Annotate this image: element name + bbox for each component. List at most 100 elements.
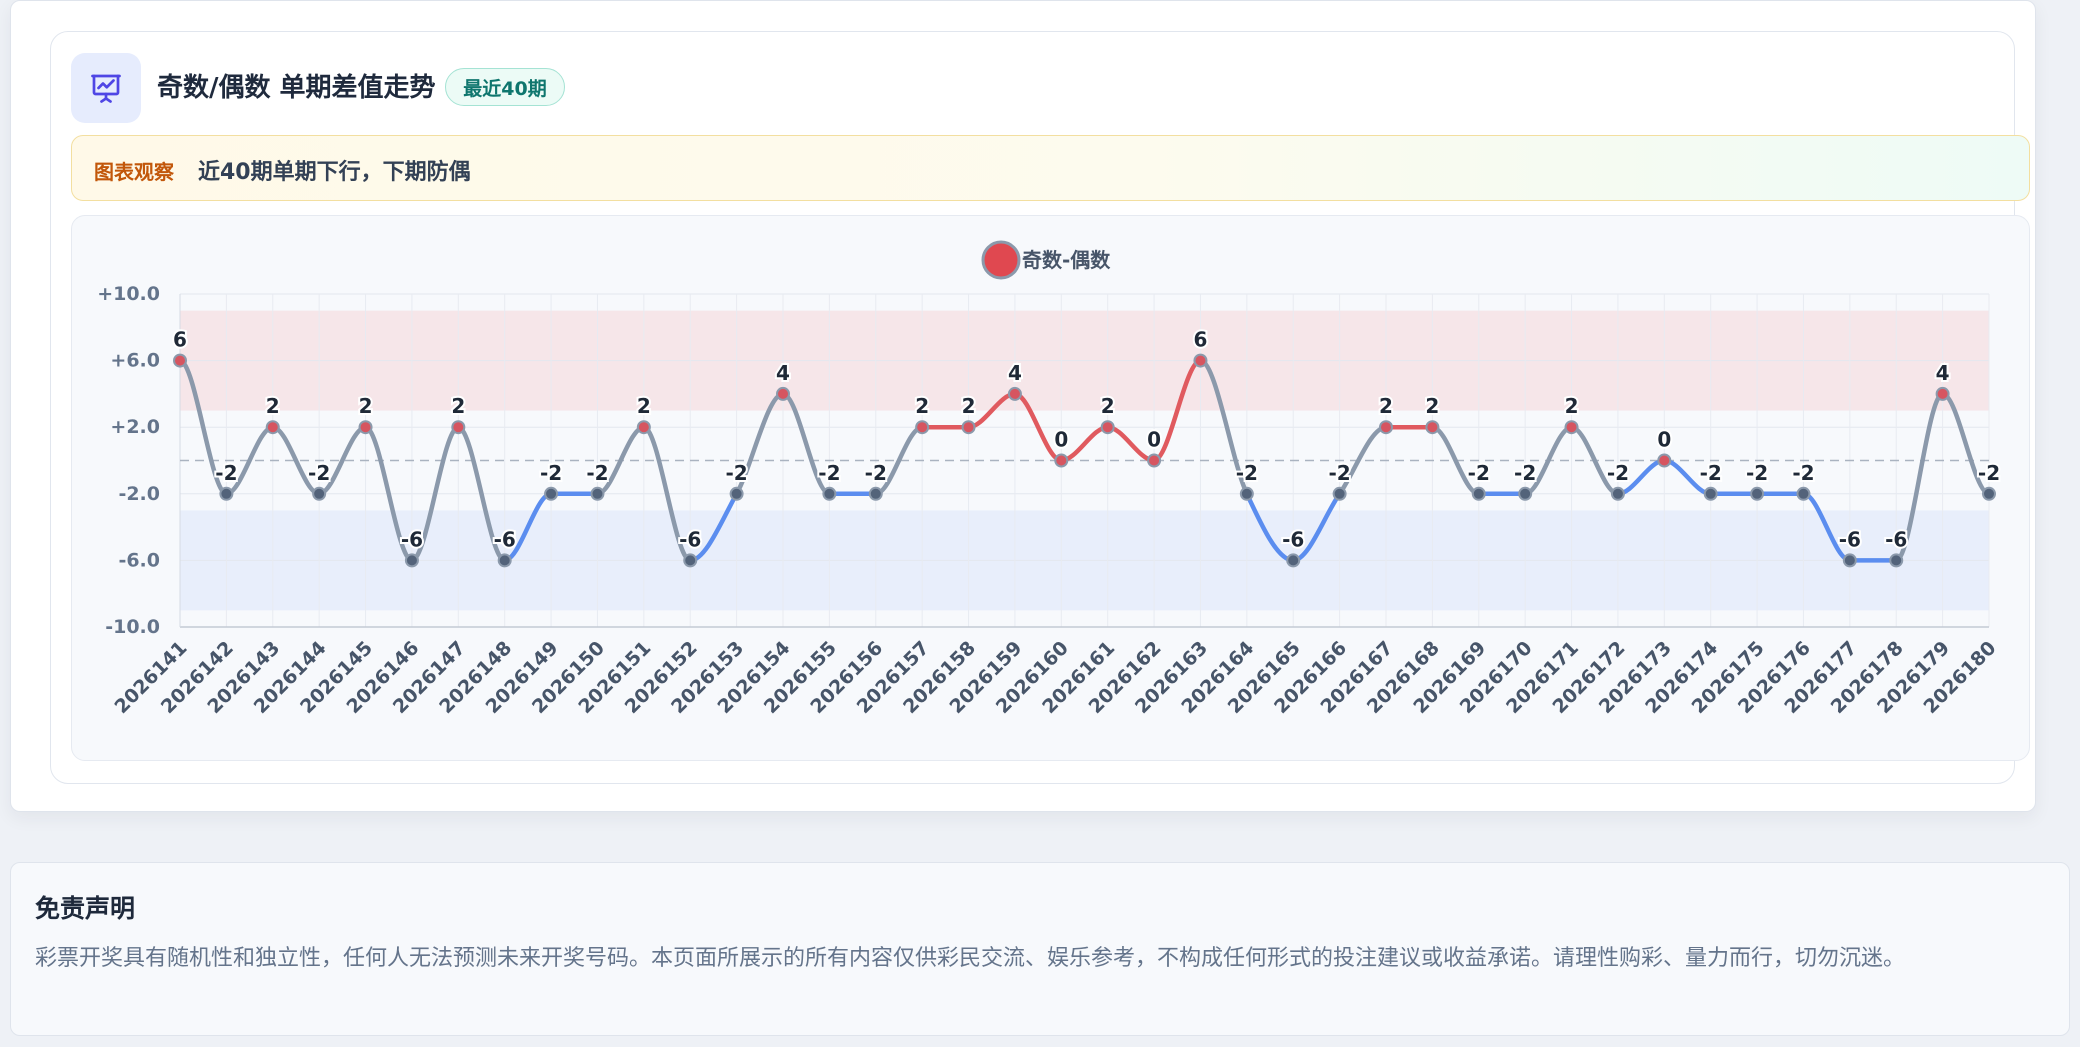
data-label: -6 — [679, 527, 701, 551]
data-point — [868, 486, 883, 501]
observation-banner: 图表观察 近40期单期下行，下期防偶 — [71, 135, 2030, 201]
data-label: 2 — [1565, 394, 1579, 418]
data-label: 2 — [266, 394, 280, 418]
data-label: 2 — [1379, 394, 1393, 418]
data-point — [312, 486, 327, 501]
data-point — [776, 386, 790, 401]
presentation-chart-icon — [71, 53, 141, 123]
data-point — [915, 420, 930, 435]
data-point — [358, 420, 373, 435]
data-point — [961, 420, 976, 435]
y-tick-label: -10.0 — [105, 616, 160, 638]
data-label: 0 — [1657, 428, 1671, 452]
data-point — [1054, 453, 1069, 468]
y-tick-label: -2.0 — [118, 483, 160, 505]
data-point — [822, 486, 837, 501]
data-label: -2 — [726, 461, 748, 485]
data-point — [729, 486, 744, 501]
data-label: 2 — [962, 394, 976, 418]
data-point — [1889, 553, 1904, 568]
data-label: 2 — [359, 394, 373, 418]
y-tick-label: +6.0 — [110, 350, 160, 372]
data-label: 4 — [1936, 361, 1950, 385]
data-label: -2 — [818, 461, 840, 485]
data-point — [1750, 486, 1765, 501]
data-label: -2 — [1514, 461, 1536, 485]
data-point — [1332, 486, 1347, 501]
data-label: -2 — [1746, 461, 1768, 485]
data-point — [1610, 486, 1625, 501]
data-point — [1425, 420, 1440, 435]
y-tick-label: -6.0 — [118, 549, 160, 571]
data-label: 4 — [1008, 361, 1022, 385]
y-tick-label: +2.0 — [110, 416, 160, 438]
data-point — [1239, 486, 1254, 501]
data-label: -2 — [1607, 461, 1629, 485]
data-point — [1286, 553, 1301, 568]
data-label: -2 — [1978, 461, 2000, 485]
data-point — [1007, 386, 1022, 401]
data-label: -6 — [1839, 527, 1861, 551]
data-point — [1100, 420, 1115, 435]
data-point — [219, 486, 234, 501]
data-point — [173, 353, 187, 368]
odd-even-diff-chart: +10.0+6.0+2.0-2.0-6.0-10.062026141-22026… — [97, 240, 2002, 718]
data-point — [590, 486, 605, 501]
data-point — [265, 420, 280, 435]
y-tick-label: +10.0 — [97, 283, 160, 305]
data-label: 6 — [173, 328, 187, 352]
data-label: 0 — [1054, 428, 1068, 452]
data-point — [1703, 486, 1718, 501]
data-point — [451, 420, 466, 435]
data-label: 6 — [1194, 328, 1208, 352]
data-point — [683, 553, 698, 568]
data-point — [1842, 553, 1857, 568]
legend-marker — [981, 240, 1021, 280]
data-label: 0 — [1147, 428, 1161, 452]
data-label: 2 — [1425, 394, 1439, 418]
data-label: -2 — [586, 461, 608, 485]
data-point — [1379, 420, 1393, 435]
data-label: 2 — [637, 394, 651, 418]
disclaimer-panel: 免责声明 彩票开奖具有随机性和独立性，任何人无法预测未来开奖号码。本页面所展示的… — [10, 862, 2070, 1036]
data-point — [1193, 353, 1208, 368]
data-point — [1147, 453, 1162, 468]
data-label: -6 — [401, 527, 423, 551]
data-label: -2 — [215, 461, 237, 485]
data-label: -2 — [1329, 461, 1351, 485]
data-label: 2 — [915, 394, 929, 418]
data-label: -6 — [1885, 527, 1907, 551]
disclaimer-title: 免责声明 — [35, 894, 136, 923]
data-point — [497, 553, 512, 568]
data-label: -2 — [1468, 461, 1490, 485]
observation-label: 图表观察 — [94, 160, 174, 184]
data-label: -2 — [308, 461, 330, 485]
data-label: -6 — [1282, 527, 1304, 551]
chart-panel: 奇数/偶数 单期差值走势 最近40期 图表观察 近40期单期下行，下期防偶 +1… — [10, 0, 2036, 812]
data-point — [636, 420, 651, 435]
data-point — [544, 486, 559, 501]
data-label: -2 — [1792, 461, 1814, 485]
data-label: -2 — [1700, 461, 1722, 485]
data-point — [1564, 420, 1579, 435]
chart-area: +10.0 +6.0 +2.0 -2.0 -6.0 -10.0 6 2026141 -2 2026… — [71, 215, 2030, 761]
data-label: 4 — [776, 361, 790, 385]
observation-text: 近40期单期下行，下期防偶 — [198, 160, 471, 185]
data-label: -2 — [1236, 461, 1258, 485]
data-label: -2 — [865, 461, 887, 485]
data-point — [1657, 453, 1672, 468]
data-label: -6 — [494, 527, 516, 551]
chart-title: 奇数/偶数 单期差值走势 — [157, 73, 436, 103]
data-point — [1796, 486, 1811, 501]
disclaimer-text: 彩票开奖具有随机性和独立性，任何人无法预测未来开奖号码。本页面所展示的所有内容仅… — [35, 946, 1906, 971]
data-point — [1935, 386, 1950, 401]
data-point — [1471, 486, 1486, 501]
data-label: -2 — [540, 461, 562, 485]
data-label: 2 — [451, 394, 465, 418]
data-point — [404, 553, 419, 568]
legend-label: 奇数-偶数 — [1022, 248, 1111, 272]
data-point — [1518, 486, 1533, 501]
period-badge: 最近40期 — [445, 68, 565, 106]
data-label: 2 — [1101, 394, 1115, 418]
data-point — [1982, 486, 1996, 501]
